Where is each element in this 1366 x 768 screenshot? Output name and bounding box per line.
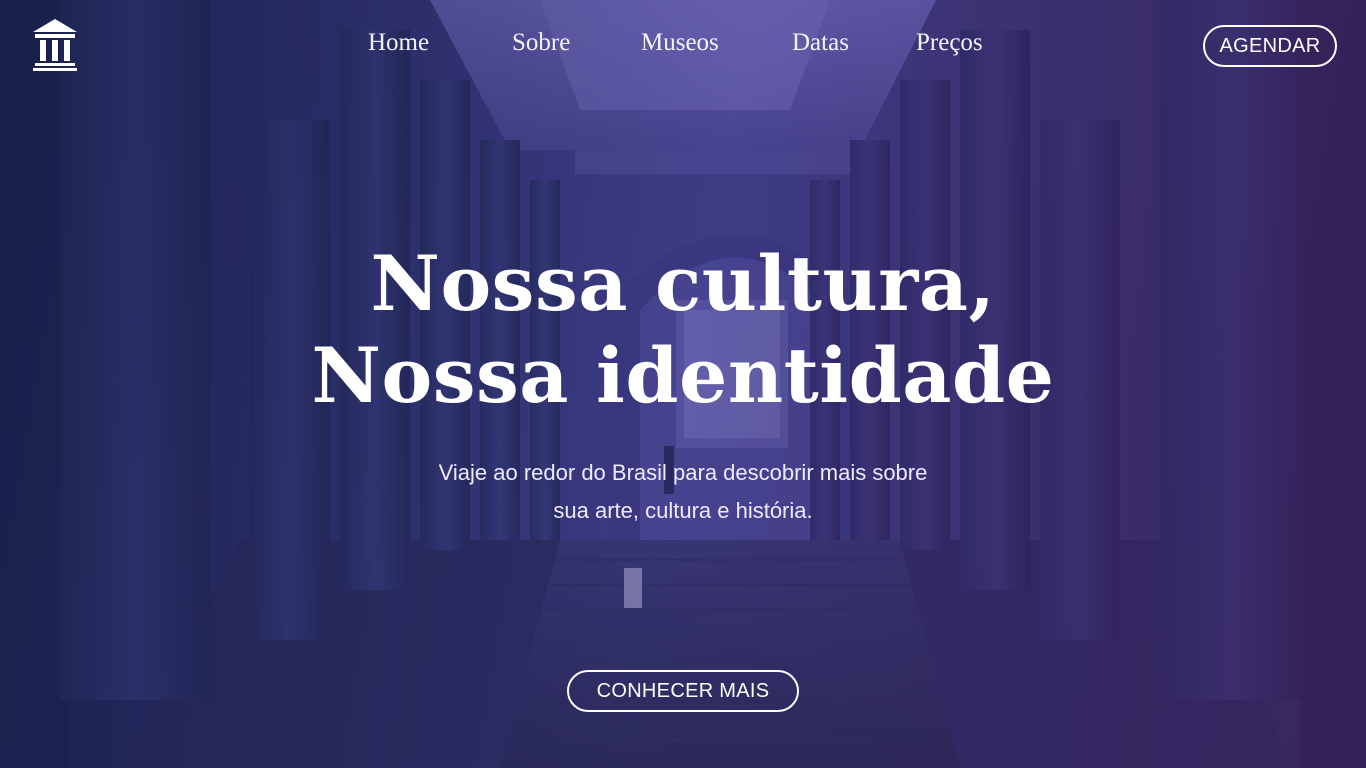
hero-subtitle-line-2: sua arte, cultura e história. — [553, 498, 813, 523]
nav-item-datas[interactable]: Datas — [792, 26, 849, 60]
hero-subtitle: Viaje ao redor do Brasil para descobrir … — [383, 454, 983, 530]
hero-subtitle-line-1: Viaje ao redor do Brasil para descobrir … — [438, 460, 928, 485]
main-navigation: Home Sobre Museos Datas Preços — [0, 26, 1366, 62]
hero-section: Home Sobre Museos Datas Preços AGENDAR N… — [0, 0, 1366, 768]
nav-item-precos[interactable]: Preços — [916, 26, 983, 60]
hero-headline-line-2: Nossa identidade — [311, 331, 1055, 420]
nav-item-museos[interactable]: Museos — [641, 26, 719, 60]
nav-item-sobre[interactable]: Sobre — [512, 26, 570, 60]
hero-headline: Nossa cultura, Nossa identidade — [0, 238, 1366, 422]
nav-item-home[interactable]: Home — [368, 26, 429, 60]
hero-headline-line-1: Nossa cultura, — [370, 239, 996, 328]
learn-more-button[interactable]: CONHECER MAIS — [567, 670, 799, 712]
schedule-button[interactable]: AGENDAR — [1203, 25, 1337, 67]
